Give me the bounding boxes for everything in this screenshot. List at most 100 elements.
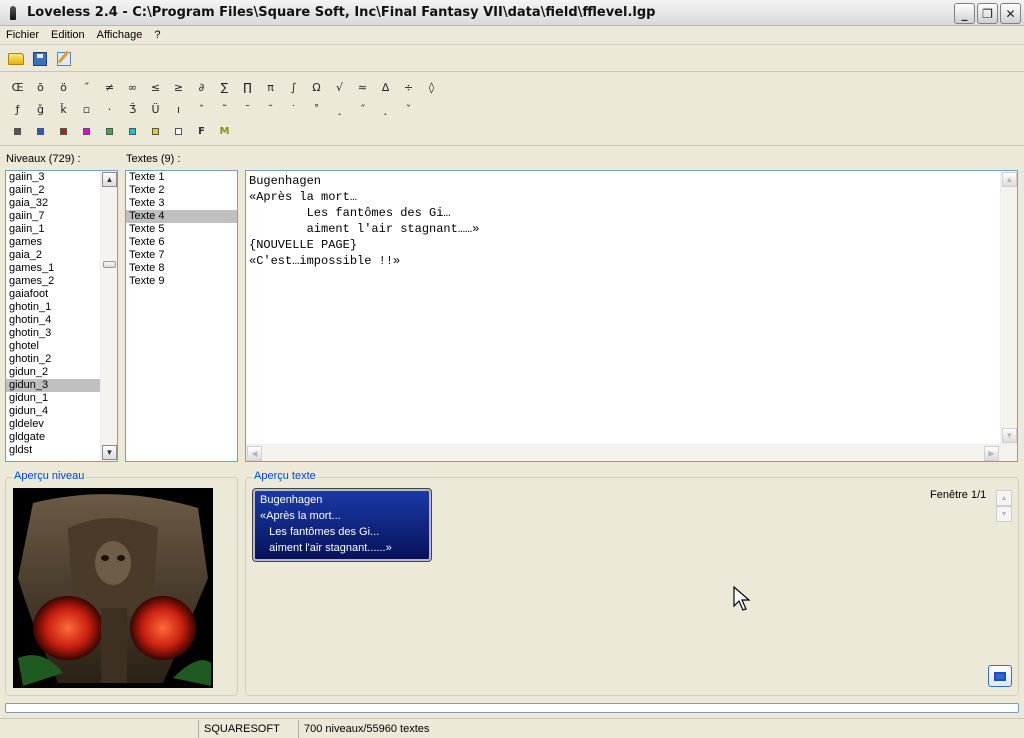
editor-line: {NOUVELLE PAGE} <box>249 238 358 252</box>
char-button[interactable]: ˚ <box>305 99 328 119</box>
scroll-thumb[interactable] <box>103 261 116 268</box>
menu-help[interactable]: ? <box>148 29 166 41</box>
level-preview-title: Aperçu niveau <box>12 470 87 482</box>
text-preview-title: Aperçu texte <box>252 470 318 482</box>
char-button[interactable]: Ü <box>144 99 167 119</box>
char-button[interactable]: ∆ <box>374 77 397 97</box>
levels-scrollbar[interactable]: ▲ ▼ <box>100 171 117 461</box>
char-button[interactable]: ≤ <box>144 77 167 97</box>
editor-line: aiment l'air stagnant……» <box>249 222 480 236</box>
list-item[interactable]: Texte 4 <box>126 210 237 223</box>
char-button[interactable]: ˇ <box>397 99 420 119</box>
text-editor[interactable]: Bugenhagen «Après la mort… Les fantômes d… <box>245 170 1018 462</box>
window-spinner[interactable]: ▲ ▼ <box>996 490 1012 522</box>
list-item[interactable]: Texte 3 <box>126 197 237 210</box>
color-button[interactable] <box>167 121 190 141</box>
char-button[interactable]: ō <box>29 77 52 97</box>
char-button[interactable]: ÷ <box>397 77 420 97</box>
char-button[interactable]: ¯ <box>236 99 259 119</box>
menu-affichage[interactable]: Affichage <box>91 29 149 41</box>
editor-vscroll[interactable]: ▲ ▼ <box>1000 171 1017 444</box>
editor-scroll-up[interactable]: ▲ <box>1002 172 1017 187</box>
char-button[interactable]: ˆ <box>190 99 213 119</box>
editor-hscroll[interactable]: ◀ ▶ <box>246 444 1017 461</box>
char-button[interactable]: · <box>98 99 121 119</box>
restore-button[interactable]: ❐ <box>977 3 998 24</box>
color-button[interactable] <box>52 121 75 141</box>
editor-content[interactable]: Bugenhagen «Après la mort… Les fantômes d… <box>249 173 479 269</box>
texts-label: Textes (9) : <box>126 153 181 165</box>
char-button[interactable]: ˝ <box>351 99 374 119</box>
color-swatch-icon <box>106 127 113 135</box>
char-button[interactable]: √ <box>328 77 351 97</box>
list-item[interactable]: Texte 7 <box>126 249 237 262</box>
char-button[interactable]: ǧ <box>29 99 52 119</box>
list-item[interactable]: Texte 2 <box>126 184 237 197</box>
minimize-button[interactable]: _ <box>954 3 975 24</box>
char-button[interactable]: Œ <box>6 77 29 97</box>
char-button[interactable]: ¸ <box>328 99 351 119</box>
menu-fichier[interactable]: Fichier <box>0 29 45 41</box>
char-button[interactable]: ˝ <box>75 77 98 97</box>
status-company: SQUARESOFT <box>198 719 298 738</box>
char-button[interactable]: ∏ <box>236 77 259 97</box>
char-button[interactable]: ≈ <box>351 77 374 97</box>
char-button[interactable]: ∫ <box>282 77 305 97</box>
char-button[interactable]: ≥ <box>167 77 190 97</box>
color-button[interactable] <box>75 121 98 141</box>
char-button[interactable]: ∂ <box>190 77 213 97</box>
char-button[interactable]: ˘ <box>259 99 282 119</box>
open-button[interactable] <box>6 49 26 69</box>
char-button[interactable]: π <box>259 77 282 97</box>
levels-list[interactable]: gaiin_3 gaiin_2 gaia_32 gaiin_7 gaiin_1 games… <box>5 170 118 462</box>
fullscreen-preview-button[interactable] <box>988 665 1012 687</box>
text-preview-group: Aperçu texte Bugenhagen «Après la mort..… <box>245 470 1019 696</box>
list-item[interactable]: Texte 6 <box>126 236 237 249</box>
menu-edition[interactable]: Edition <box>45 29 91 41</box>
scroll-down-button[interactable]: ▼ <box>102 445 117 460</box>
save-button[interactable] <box>30 49 50 69</box>
list-item[interactable]: Texte 5 <box>126 223 237 236</box>
editor-scroll-left[interactable]: ◀ <box>247 446 262 461</box>
window-down-button[interactable]: ▼ <box>996 506 1012 522</box>
list-item[interactable]: Texte 9 <box>126 275 237 288</box>
texts-list[interactable]: Texte 1 Texte 2 Texte 3 Texte 4 Texte 5 Texte… <box>125 170 238 462</box>
char-button[interactable]: ö <box>52 77 75 97</box>
editor-line: «Après la mort… <box>249 190 358 204</box>
color-button[interactable] <box>144 121 167 141</box>
list-item[interactable]: Texte 8 <box>126 262 237 275</box>
char-button[interactable]: ˙ <box>282 99 305 119</box>
window-up-button[interactable]: ▲ <box>996 490 1012 506</box>
special-code-button[interactable]: F <box>190 121 213 141</box>
color-swatch-icon <box>152 127 159 135</box>
char-button[interactable]: ı <box>167 99 190 119</box>
color-button[interactable] <box>29 121 52 141</box>
color-button[interactable] <box>121 121 144 141</box>
editor-line: Les fantômes des Gi… <box>249 206 451 220</box>
char-button[interactable]: ǩ <box>52 99 75 119</box>
char-button[interactable]: Ω <box>305 77 328 97</box>
scroll-up-button[interactable]: ▲ <box>102 172 117 187</box>
special-code-button[interactable]: M <box>213 121 236 141</box>
editor-scroll-right[interactable]: ▶ <box>984 446 999 461</box>
screen-icon <box>994 671 1006 681</box>
char-button[interactable]: ∞ <box>121 77 144 97</box>
char-button[interactable]: ƒ <box>6 99 29 119</box>
char-button[interactable]: Ǯ <box>121 99 144 119</box>
window-controls: _ ❐ ✕ <box>954 3 1021 24</box>
char-button[interactable]: ˛ <box>374 99 397 119</box>
char-button[interactable]: ◊ <box>420 77 443 97</box>
color-button[interactable] <box>98 121 121 141</box>
char-button[interactable]: ≠ <box>98 77 121 97</box>
editor-scroll-down[interactable]: ▼ <box>1002 428 1017 443</box>
edit-button[interactable] <box>54 49 74 69</box>
char-button[interactable]: ∑ <box>213 77 236 97</box>
char-button[interactable]: ˜ <box>213 99 236 119</box>
dialog-line-4: aiment l'air stagnant......» <box>260 542 392 554</box>
dialog-line-3: Les fantômes des Gi... <box>260 526 380 538</box>
char-button[interactable]: ▫ <box>75 99 98 119</box>
app-icon <box>5 5 21 21</box>
close-button[interactable]: ✕ <box>1000 3 1021 24</box>
color-button[interactable] <box>6 121 29 141</box>
list-item[interactable]: Texte 1 <box>126 171 237 184</box>
